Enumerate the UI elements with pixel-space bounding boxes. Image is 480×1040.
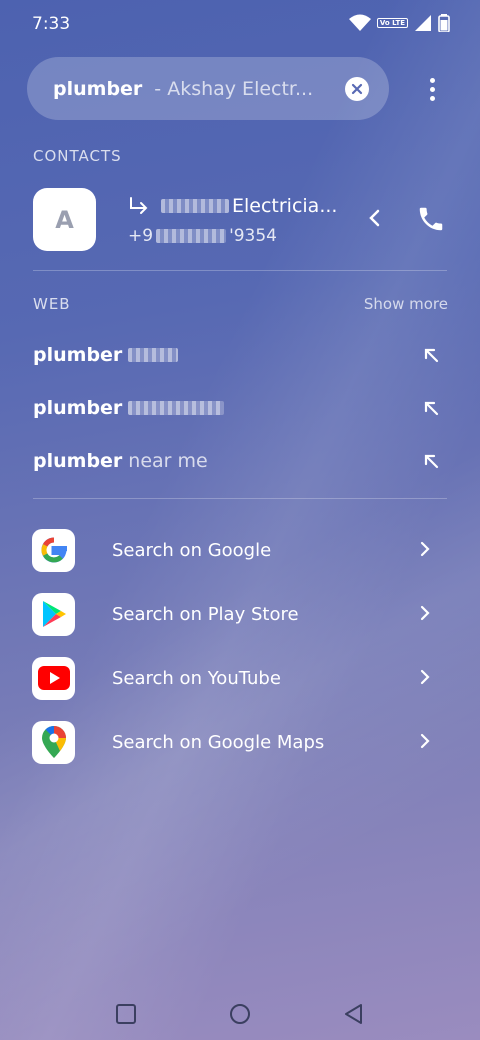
signal-icon [415,15,431,31]
web-suggestion-item[interactable]: plumber near me [33,441,447,481]
status-bar: 7:33 Vo LTE [0,0,480,48]
close-icon [351,83,363,95]
dot-icon [429,95,435,101]
search-on-google-item[interactable]: Search on Google [32,528,446,572]
show-more-link[interactable]: Show more [364,295,448,313]
dot-icon [429,77,435,83]
chevron-right-icon [420,669,430,685]
youtube-icon [32,656,75,700]
arrow-up-left-icon[interactable] [421,345,441,365]
status-time: 7:33 [32,14,71,34]
chevron-right-icon [420,733,430,749]
play-store-icon [32,592,75,636]
clear-search-button[interactable] [345,77,369,101]
redirect-arrow-icon [130,197,148,214]
search-on-play-store-item[interactable]: Search on Play Store [32,592,446,636]
battery-icon [438,14,450,32]
chevron-right-icon [420,541,430,557]
arrow-up-left-icon[interactable] [421,398,441,418]
search-on-label: Search on Play Store [112,603,299,625]
search-on-label: Search on Google [112,539,272,561]
redacted-text [128,348,179,362]
divider [33,270,447,271]
redacted-text [128,401,225,415]
divider [33,498,447,499]
wifi-icon [348,14,371,31]
contact-number: +9 '9354 [128,226,277,246]
redacted-number [156,229,227,243]
contact-name[interactable]: Electricia... [128,195,337,217]
search-query: plumber [53,77,143,100]
google-maps-icon [32,720,75,764]
search-on-label: Search on YouTube [112,667,281,689]
phone-call-icon[interactable] [416,204,446,234]
search-on-google-maps-item[interactable]: Search on Google Maps [32,720,446,764]
web-suggestion-item[interactable]: plumber [33,388,447,428]
web-suggestion-item[interactable]: plumber [33,335,447,375]
redacted-name [161,199,229,213]
arrow-up-left-icon[interactable] [421,451,441,471]
web-section-label: WEB [33,295,71,313]
chevron-right-icon [420,605,430,621]
chevron-left-icon[interactable] [364,207,386,229]
web-suggestion-query: plumber [33,450,123,472]
google-icon [32,528,75,572]
contact-number-prefix: +9 [128,226,154,246]
contact-avatar[interactable]: A [33,188,96,251]
web-suggestion-query: plumber [33,397,123,419]
contact-name-suffix: Electricia... [232,195,338,217]
recents-button[interactable] [114,1002,138,1026]
search-suggestion: - Akshay Electr... [154,77,314,100]
home-button[interactable] [228,1002,252,1026]
search-on-youtube-item[interactable]: Search on YouTube [32,656,446,700]
dot-icon [429,86,435,92]
web-suggestion-query: plumber [33,344,123,366]
more-options-button[interactable] [418,72,446,106]
contacts-section-label: CONTACTS [33,147,122,165]
navigation-bar [0,990,480,1036]
search-bar[interactable]: plumber - Akshay Electr... [27,57,389,120]
web-suggestion-rest: near me [128,450,208,472]
volte-icon: Vo LTE [376,18,408,28]
search-on-label: Search on Google Maps [112,731,325,753]
back-button[interactable] [342,1002,366,1026]
status-icons: Vo LTE [348,14,450,32]
contact-number-suffix: '9354 [229,226,277,246]
